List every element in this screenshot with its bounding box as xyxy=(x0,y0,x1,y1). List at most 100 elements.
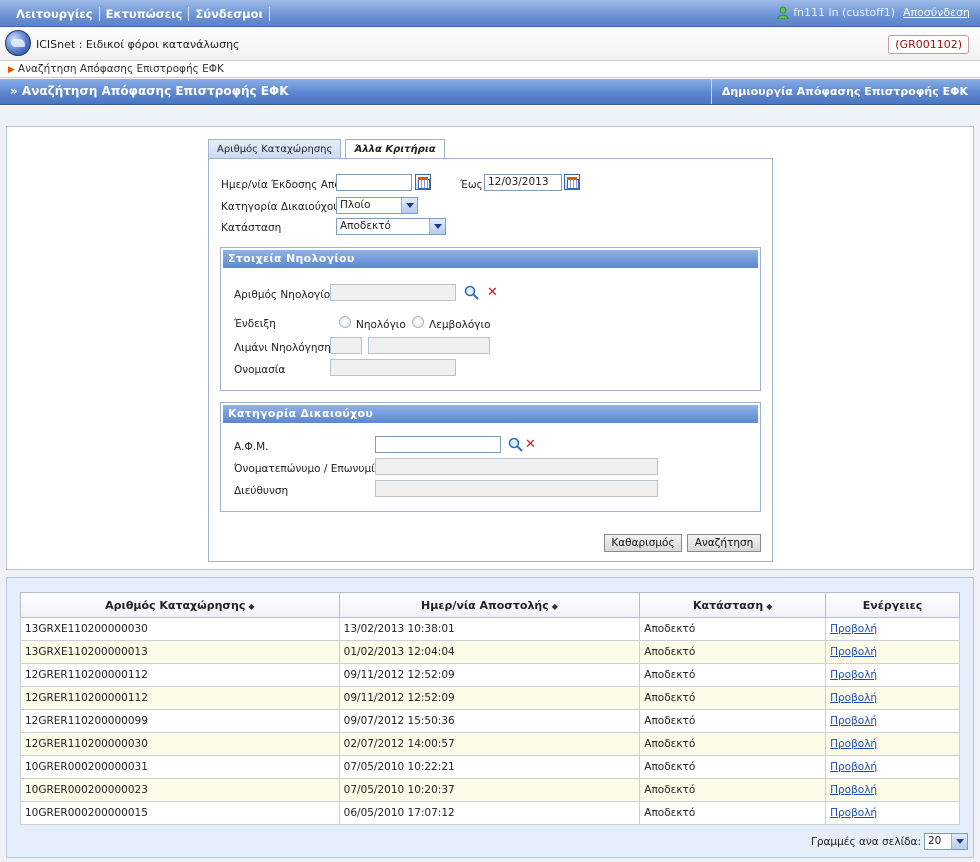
pagination: Γραμμές ανα σελίδα: 20 xyxy=(811,833,968,850)
table-row: 13GRXE110200000030 13/02/2013 10:38:01 Α… xyxy=(20,617,960,641)
table-row: 12GRER110200000112 09/11/2012 12:52:09 Α… xyxy=(20,663,960,687)
date-to-calendar-icon[interactable] xyxy=(564,174,580,190)
app-title-bar: ICISnet : Ειδικοί φόροι κατανάλωσης (GR0… xyxy=(0,27,980,61)
page-header-bar: » Αναζήτηση Απόφασης Επιστροφής ΕΦΚ Δημι… xyxy=(0,79,980,105)
cell-status: Αποδεκτό xyxy=(639,617,827,641)
search-icon[interactable] xyxy=(508,437,523,452)
port-label: Λιμάνι Νηολόγησης xyxy=(234,342,338,354)
sort-icon: ◆ xyxy=(248,601,255,611)
cell-number: 12GRER110200000099 xyxy=(20,709,340,733)
cell-date: 09/11/2012 12:52:09 xyxy=(338,686,641,710)
cell-status: Αποδεκτό xyxy=(639,778,827,802)
view-link[interactable]: Προβολή xyxy=(830,715,877,727)
column-header-date[interactable]: Ημερ/νία Αποστολής ◆ xyxy=(338,592,641,618)
cell-date: 09/11/2012 12:52:09 xyxy=(338,663,641,687)
tab-other-criteria[interactable]: Άλλα Κριτήρια xyxy=(345,139,445,160)
registry-number-input xyxy=(330,284,456,301)
view-link[interactable]: Προβολή xyxy=(830,692,877,704)
table-row: 10GRER000200000023 07/05/2010 10:20:37 Α… xyxy=(20,778,960,802)
top-menu: Λειτουργίες Εκτυπώσεις Σύνδεσμοι xyxy=(10,7,271,21)
view-link[interactable]: Προβολή xyxy=(830,669,877,681)
view-link[interactable]: Προβολή xyxy=(830,623,877,635)
status-value: Αποδεκτό xyxy=(340,220,391,232)
radio-boat-registry-label: Λεμβολόγιο xyxy=(429,319,491,331)
fullname-label: Όνοματεπώνυμο / Επωνυμία xyxy=(234,463,382,475)
beneficiary-category-value: Πλοίο xyxy=(340,199,371,211)
cell-status: Αποδεκτό xyxy=(639,755,827,779)
clear-icon[interactable]: ✕ xyxy=(525,438,537,451)
view-link[interactable]: Προβολή xyxy=(830,761,877,773)
port-name-input xyxy=(368,337,490,354)
cell-date: 09/07/2012 15:50:36 xyxy=(338,709,641,733)
table-row: 13GRXE110200000013 01/02/2013 12:04:04 Α… xyxy=(20,640,960,664)
table-row: 12GRER110200000112 09/11/2012 12:52:09 Α… xyxy=(20,686,960,710)
rows-per-page-label: Γραμμές ανα σελίδα: xyxy=(811,835,921,848)
vessel-name-input xyxy=(330,359,456,376)
clear-icon[interactable]: ✕ xyxy=(487,286,499,299)
menu-functions[interactable]: Λειτουργίες xyxy=(10,7,100,21)
status-select[interactable]: Αποδεκτό xyxy=(336,218,446,235)
create-decision-button[interactable]: Δημιουργία Απόφασης Επιστροφής ΕΦΚ xyxy=(710,79,980,104)
menu-prints[interactable]: Εκτυπώσεις xyxy=(100,7,190,21)
table-row: 12GRER110200000030 02/07/2012 14:00:57 Α… xyxy=(20,732,960,756)
chevron-down-icon xyxy=(951,834,967,849)
results-header-row: Αριθμός Καταχώρησης ◆ Ημερ/νία Αποστολής ◆… xyxy=(20,592,960,618)
cell-action: Προβολή xyxy=(825,640,960,664)
cell-action: Προβολή xyxy=(825,801,960,825)
cell-number: 12GRER110200000112 xyxy=(20,663,340,687)
cell-status: Αποδεκτό xyxy=(639,709,827,733)
cell-action: Προβολή xyxy=(825,732,960,756)
column-header-number[interactable]: Αριθμός Καταχώρησης ◆ xyxy=(20,592,340,618)
office-code-badge: (GR001102) xyxy=(888,35,969,54)
date-to-input[interactable]: 12/03/2013 xyxy=(484,174,562,191)
cell-status: Αποδεκτό xyxy=(639,686,827,710)
cell-number: 12GRER110200000030 xyxy=(20,732,340,756)
view-link[interactable]: Προβολή xyxy=(830,807,877,819)
view-link[interactable]: Προβολή xyxy=(830,784,877,796)
address-input xyxy=(375,480,658,497)
vessel-name-label: Ονομασία xyxy=(234,364,286,376)
cell-number: 13GRXE110200000013 xyxy=(20,640,340,664)
rows-per-page-select[interactable]: 20 xyxy=(924,833,968,850)
cell-number: 10GRER000200000023 xyxy=(20,778,340,802)
search-button[interactable]: Αναζήτηση xyxy=(687,534,761,552)
chevron-down-icon xyxy=(401,198,417,213)
radio-registry-label: Νηολόγιο xyxy=(356,319,406,331)
cell-status: Αποδεκτό xyxy=(639,732,827,756)
cell-action: Προβολή xyxy=(825,755,960,779)
date-from-calendar-icon[interactable] xyxy=(415,174,431,190)
column-header-actions: Ενέργειες xyxy=(825,592,960,618)
cell-action: Προβολή xyxy=(825,663,960,687)
search-icon[interactable] xyxy=(464,285,479,300)
sort-icon: ◆ xyxy=(551,601,558,611)
view-link[interactable]: Προβολή xyxy=(830,646,877,658)
fullname-input xyxy=(375,458,658,475)
clear-button[interactable]: Καθαρισμός xyxy=(604,534,682,552)
cell-date: 07/05/2010 10:20:37 xyxy=(338,778,641,802)
indication-label: Ένδειξη xyxy=(234,318,276,330)
breadcrumb-arrow-icon: ▶ xyxy=(8,65,15,75)
date-from-input[interactable] xyxy=(336,174,412,191)
top-menu-bar: Λειτουργίες Εκτυπώσεις Σύνδεσμοι fn111 l… xyxy=(0,0,980,27)
menu-links[interactable]: Σύνδεσμοι xyxy=(189,7,271,21)
column-header-status[interactable]: Κατάσταση ◆ xyxy=(639,592,827,618)
beneficiary-category-select[interactable]: Πλοίο xyxy=(336,197,418,214)
view-link[interactable]: Προβολή xyxy=(830,738,877,750)
cell-date: 13/02/2013 10:38:01 xyxy=(338,617,641,641)
cell-date: 07/05/2010 10:22:21 xyxy=(338,755,641,779)
cell-number: 10GRER000200000015 xyxy=(20,801,340,825)
tab-registration-number[interactable]: Αριθμός Καταχώρησης xyxy=(208,139,342,159)
date-from-label: Ημερ/νία Έκδοσης Από xyxy=(221,179,341,191)
logout-link[interactable]: Αποσύνδεση xyxy=(903,6,970,19)
cell-action: Προβολή xyxy=(825,617,960,641)
results-table: Αριθμός Καταχώρησης ◆ Ημερ/νία Αποστολής ◆… xyxy=(20,592,960,825)
breadcrumb-label[interactable]: Αναζήτηση Απόφασης Επιστροφής ΕΦΚ xyxy=(18,63,224,75)
cell-date: 02/07/2012 14:00:57 xyxy=(338,732,641,756)
radio-registry xyxy=(339,316,351,328)
sort-icon: ◆ xyxy=(766,601,773,611)
afm-input[interactable] xyxy=(375,436,501,453)
cell-action: Προβολή xyxy=(825,709,960,733)
search-tabs: Αριθμός Καταχώρησης Άλλα Κριτήρια xyxy=(208,139,449,160)
user-icon xyxy=(777,6,789,19)
cell-status: Αποδεκτό xyxy=(639,663,827,687)
